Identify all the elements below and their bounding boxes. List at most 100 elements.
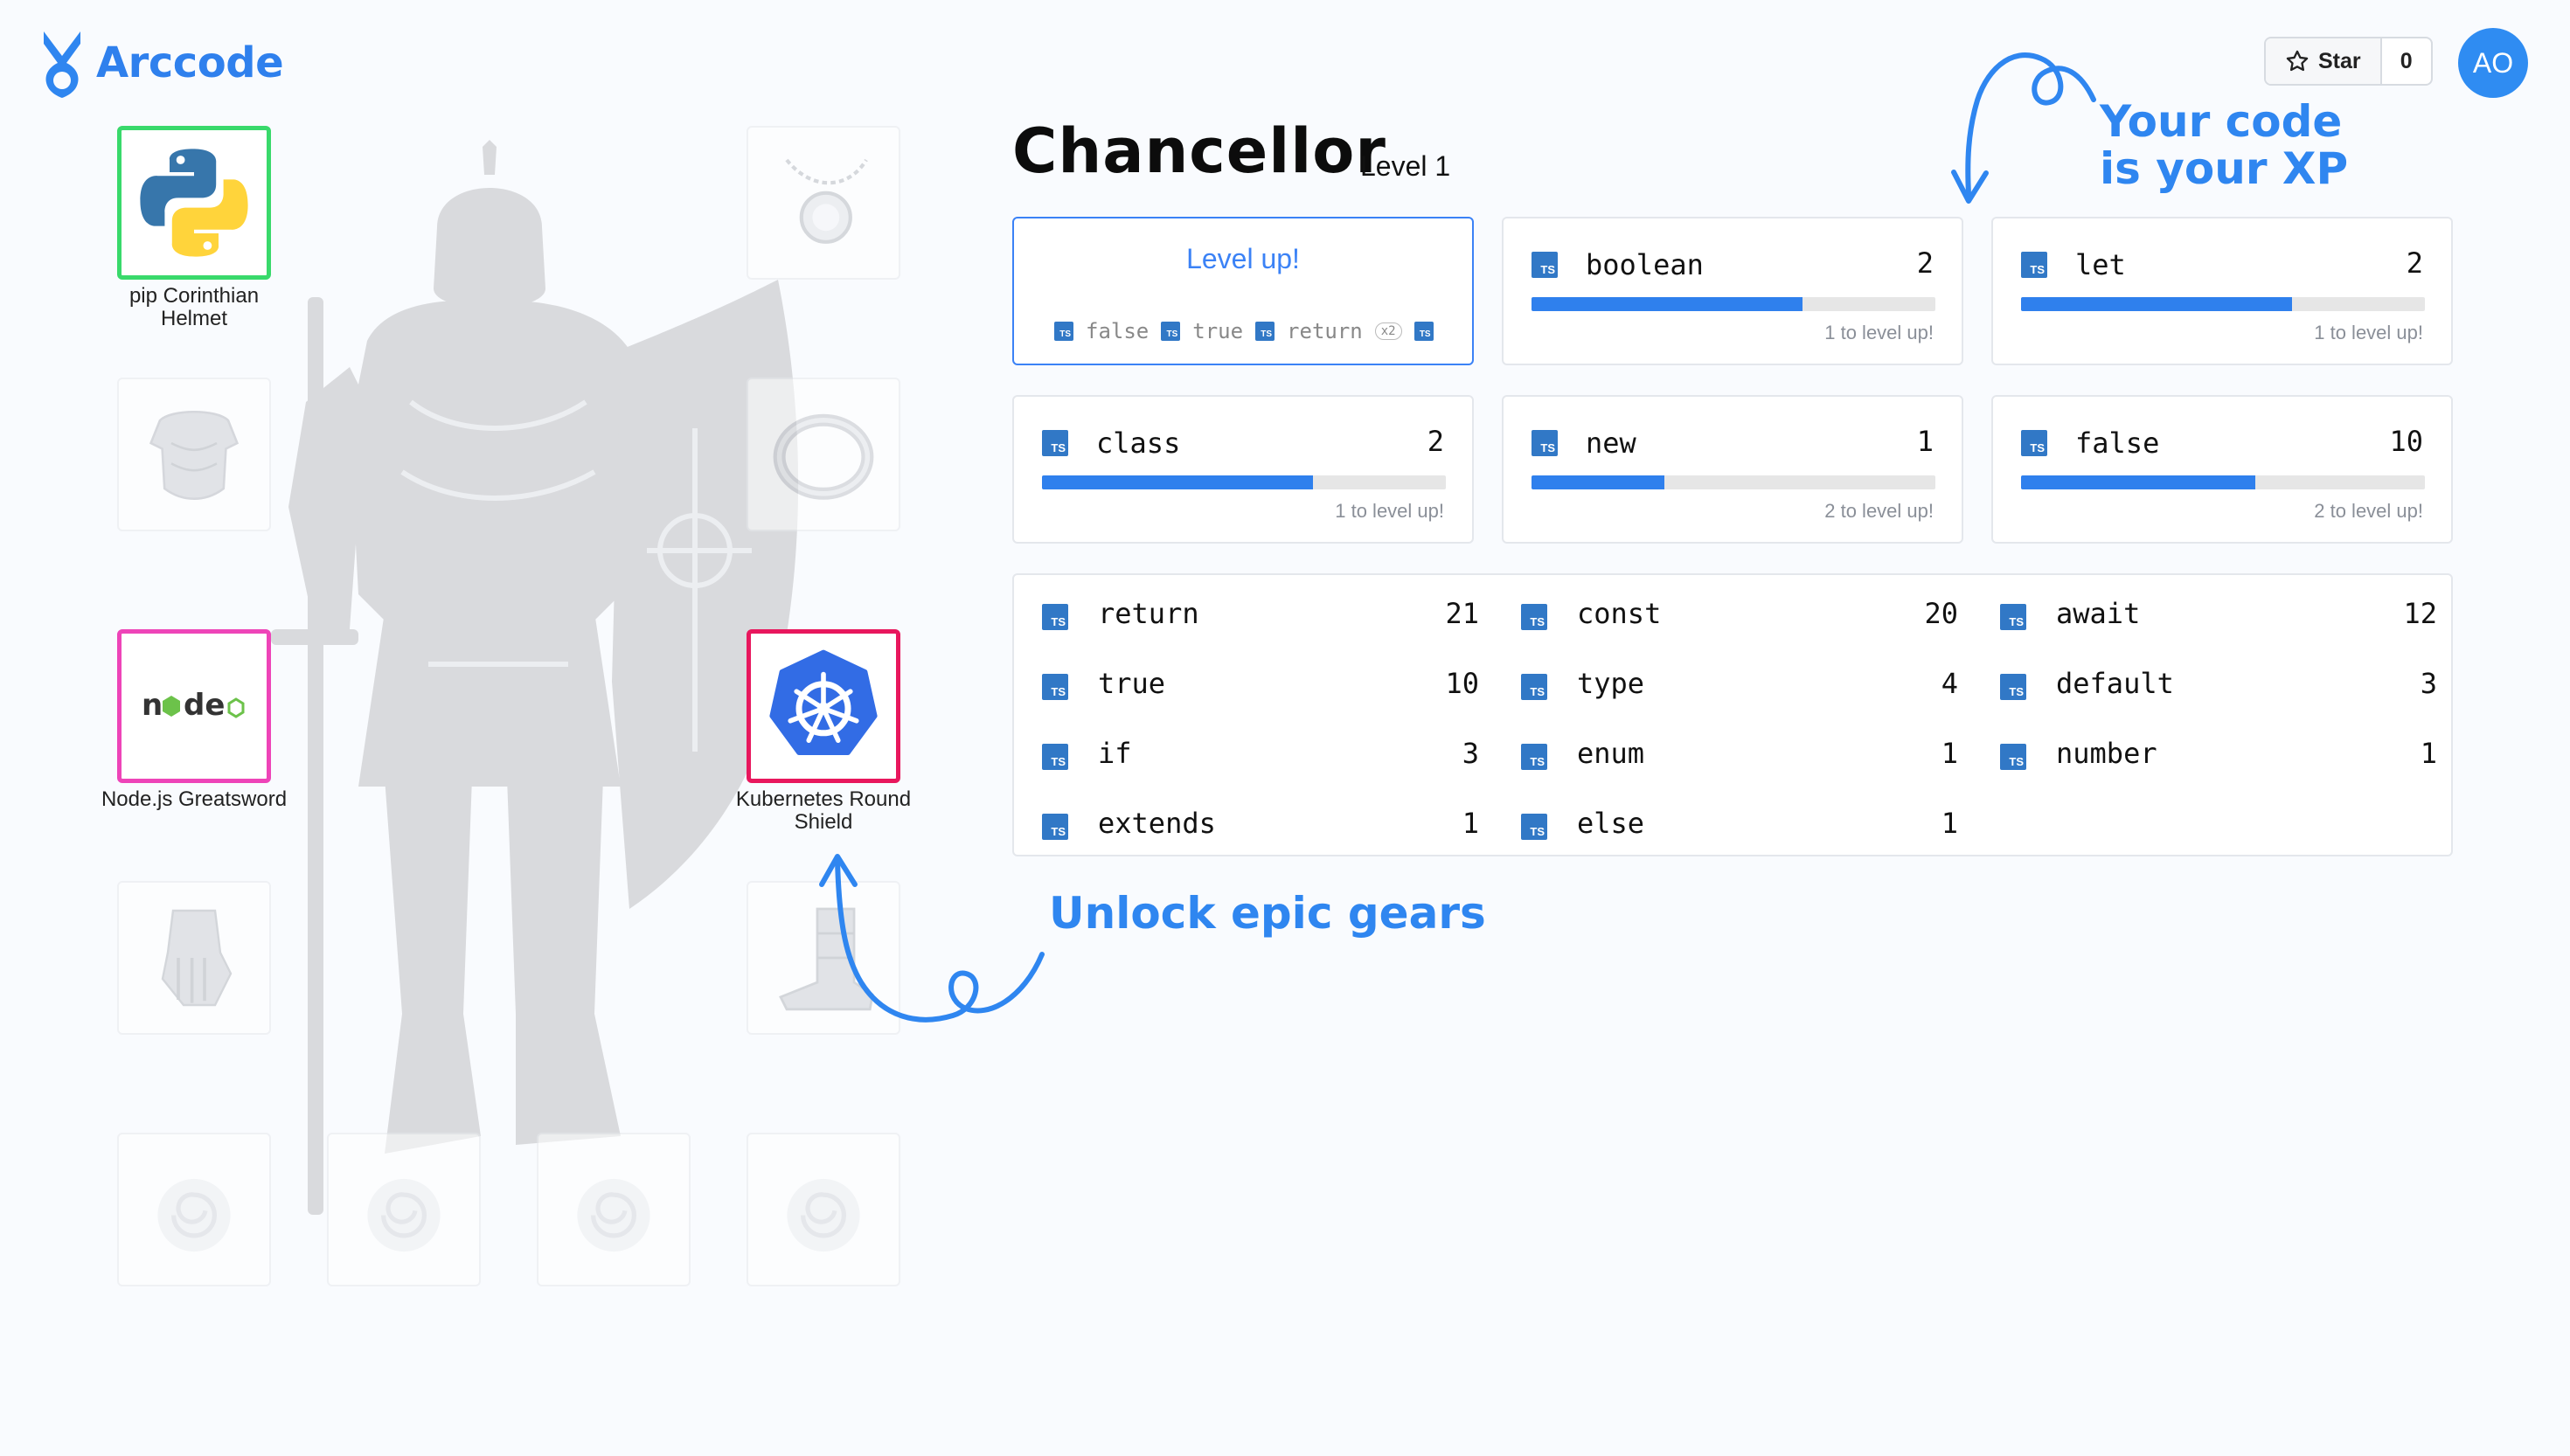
gear-slot-amulet[interactable] (747, 126, 900, 280)
app-logo[interactable]: Arccode (38, 24, 284, 101)
armor-icon (149, 410, 240, 500)
keyword-row: TS if 3 (1042, 734, 1479, 773)
xp-callout-line1: Your code (2100, 96, 2343, 147)
gear-slot-empty[interactable] (117, 1133, 271, 1286)
keyword-name: if (1098, 737, 1132, 770)
progress-bar (1532, 475, 1935, 489)
keyword-name: class (1096, 426, 1181, 460)
ts-icon: TS (1042, 674, 1068, 700)
progress-bar (1042, 475, 1446, 489)
ts-icon: TS (1042, 604, 1068, 630)
progress-bar (2021, 475, 2425, 489)
arccode-logo-icon (44, 31, 80, 98)
keyword-progress-card[interactable]: TS new 1 2 to level up! (1502, 395, 1963, 544)
amulet-icon (785, 158, 868, 244)
keyword-table: TS return 21 TS const 20 TS await 12 TS … (1012, 573, 2453, 856)
star-button[interactable]: Star (2266, 38, 2382, 84)
gear-slot-empty[interactable] (747, 1133, 900, 1286)
gear-slot-ring[interactable] (747, 378, 900, 531)
keyword-count: 10 (2389, 425, 2423, 458)
svg-text:de: de (184, 688, 225, 723)
nodejs-logo-icon: n de (142, 688, 245, 723)
avatar[interactable]: AO (2458, 28, 2528, 98)
ts-icon: TS (2000, 674, 2026, 700)
keyword-name: default (2056, 667, 2174, 700)
star-icon (2286, 50, 2309, 72)
ts-icon: TS (1532, 430, 1558, 456)
ticker-keyword: true (1192, 319, 1244, 343)
ts-icon: TS (2021, 252, 2047, 278)
keyword-row: TS true 10 (1042, 664, 1479, 703)
ts-icon: TS (1521, 814, 1547, 840)
ring-icon (773, 413, 874, 500)
gear-slot-helmet[interactable] (117, 126, 271, 280)
keyword-count: 1 (1916, 425, 1934, 458)
progress-bar-fill (1042, 475, 1313, 489)
keyword-progress-card[interactable]: TS let 2 1 to level up! (1991, 217, 2453, 365)
keyword-count: 2 (2406, 246, 2423, 280)
keyword-count: 3 (2420, 667, 2437, 700)
keyword-row: TS type 4 (1521, 664, 1958, 703)
keyword-count: 1 (1941, 737, 1958, 770)
star-count: 0 (2400, 48, 2413, 73)
gear-slot-empty[interactable] (327, 1133, 481, 1286)
gear-label-shield: Kubernetes Round Shield (735, 787, 912, 834)
ts-icon: TS (1042, 744, 1068, 770)
keyword-count: 21 (1445, 597, 1479, 630)
svg-text:n: n (142, 688, 163, 723)
progress-bar-fill (1532, 475, 1665, 489)
gear-slot-weapon[interactable]: n de (117, 629, 271, 783)
ts-icon: TS (1042, 430, 1068, 456)
app-name: Arccode (96, 38, 284, 87)
keyword-row: TS const 20 (1521, 594, 1958, 633)
level-up-title: Level up! (1186, 243, 1300, 274)
progress-bar (2021, 297, 2425, 311)
keyword-progress-card[interactable]: TS boolean 2 1 to level up! (1502, 217, 1963, 365)
level-up-hint: 1 to level up! (2314, 322, 2423, 343)
keyword-row: TS default 3 (2000, 664, 2437, 703)
keyword-name: let (2075, 248, 2126, 281)
ts-icon: TS (2000, 604, 2026, 630)
keyword-count: 1 (1941, 807, 1958, 840)
keyword-row: TS else 1 (1521, 804, 1958, 842)
level-up-card[interactable]: Level up! TS false TS true TS return x2 … (1012, 217, 1474, 365)
keyword-name: else (1577, 807, 1645, 840)
keyword-name: return (1098, 597, 1199, 630)
swirl-icon (367, 1178, 441, 1252)
github-star-widget[interactable]: Star 0 (2264, 37, 2433, 86)
level-up-hint: 1 to level up! (1335, 500, 1444, 522)
swirl-icon (787, 1178, 860, 1252)
keyword-count: 12 (2403, 597, 2437, 630)
progress-bar-fill (2021, 297, 2292, 311)
progress-bar (1532, 297, 1935, 311)
keyword-ticker: TS false TS true TS return x2 TS (1054, 319, 1472, 343)
xp-callout-line2: is your XP (2100, 143, 2349, 194)
keyword-progress-card[interactable]: TS false 10 2 to level up! (1991, 395, 2453, 544)
gear-label-helmet: pip Corinthian Helmet (128, 284, 260, 330)
keyword-name: true (1098, 667, 1166, 700)
curly-arrow-icon (1951, 52, 2096, 204)
keyword-name: enum (1577, 737, 1645, 770)
ticker-multiplier: x2 (1374, 322, 1402, 340)
gear-slot-empty[interactable] (537, 1133, 691, 1286)
gear-slot-gauntlets[interactable] (117, 881, 271, 1035)
keyword-count: 4 (1941, 667, 1958, 700)
keyword-count: 3 (1462, 737, 1479, 770)
ts-icon: TS (2021, 430, 2047, 456)
ts-icon: TS (1521, 674, 1547, 700)
keyword-name: const (1577, 597, 1662, 630)
curly-arrow-icon (819, 854, 1045, 1023)
keyword-name: new (1586, 426, 1636, 460)
gear-label-weapon: Node.js Greatsword (101, 787, 288, 811)
gear-slot-armor[interactable] (117, 378, 271, 531)
character-level: Level 1 (1360, 150, 1451, 182)
gear-slot-shield[interactable] (747, 629, 900, 783)
python-icon (140, 149, 248, 257)
ts-icon: TS (1521, 744, 1547, 770)
keyword-row: TS return 21 (1042, 594, 1479, 633)
keyword-progress-card[interactable]: TS class 2 1 to level up! (1012, 395, 1474, 544)
keyword-name: extends (1098, 807, 1216, 840)
gears-callout: Unlock epic gears (1049, 888, 1486, 939)
keyword-name: type (1577, 667, 1645, 700)
swirl-icon (577, 1178, 650, 1252)
